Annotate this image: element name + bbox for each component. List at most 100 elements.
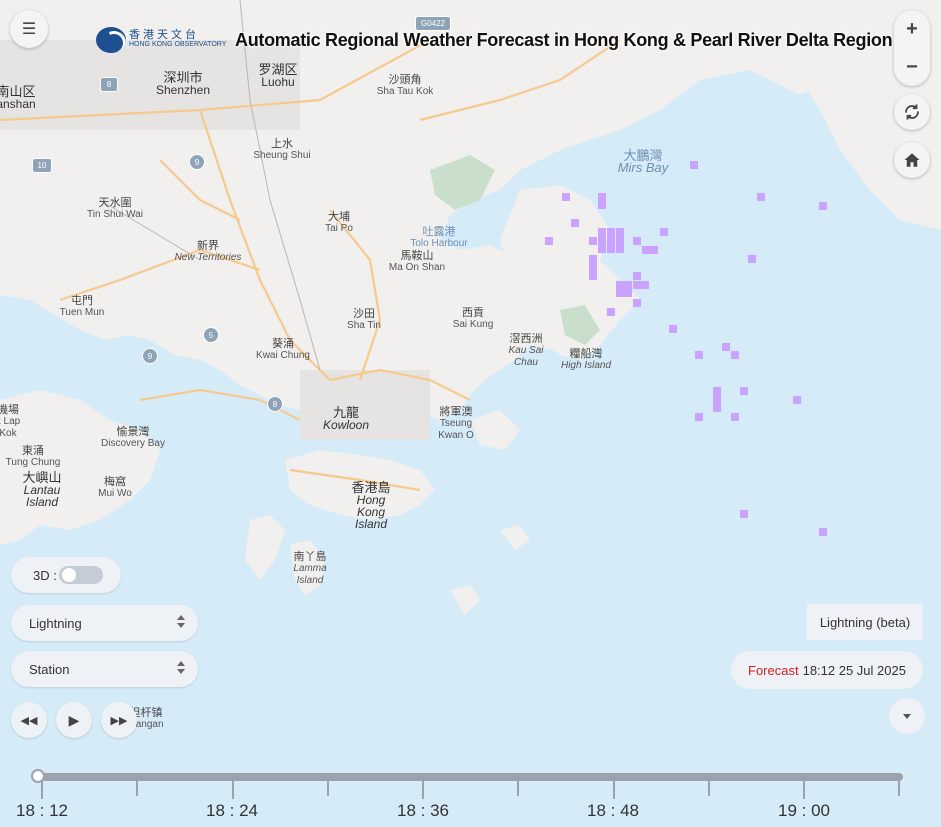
road-shield: 9	[189, 154, 205, 170]
rewind-icon: ◀◀	[20, 714, 38, 727]
lightning-cell	[819, 528, 827, 536]
lightning-cell	[562, 193, 570, 201]
zoom-in-button[interactable]: +	[894, 10, 930, 48]
map-label-ma-on-shan: 馬鞍山 Ma On Shan	[388, 250, 446, 273]
zoom-out-button[interactable]: −	[894, 48, 930, 86]
road-shield: 9	[142, 348, 158, 364]
timeline-tick	[517, 781, 520, 796]
lightning-cell	[598, 228, 606, 253]
timeline-label: 18 : 36	[397, 801, 449, 820]
map-label-sha-tau-kok: 沙頭角 Sha Tau Kok	[376, 74, 434, 97]
lightning-cell	[633, 272, 641, 280]
rewind-button[interactable]: ◀◀	[11, 702, 47, 738]
refresh-button[interactable]	[894, 94, 930, 130]
map-label-shenzhen: 深圳市 Shenzhen	[155, 70, 211, 97]
timeline-handle[interactable]	[31, 769, 45, 783]
lightning-cell	[660, 228, 668, 236]
home-icon	[904, 153, 920, 167]
road-shield: 5	[203, 327, 219, 343]
toggle-3d-switch[interactable]	[58, 566, 103, 584]
timeline-track[interactable]	[38, 773, 903, 781]
map-label-tung-chung: 東涌 Tung Chung	[5, 445, 61, 468]
map-label-kau-sai-chau: 滘西洲 Kau Sai Chau	[508, 333, 544, 368]
logo-text-en: HONG KONG OBSERVATORY	[129, 41, 227, 48]
fast-forward-button[interactable]: ▶▶	[101, 702, 137, 738]
lightning-cell	[633, 281, 649, 289]
zoom-control: + −	[894, 10, 930, 86]
road-shield: 8	[267, 396, 283, 412]
station-select[interactable]: Station	[11, 651, 198, 687]
play-icon: ▶	[68, 711, 80, 728]
lightning-cell	[633, 237, 641, 245]
lightning-cell	[616, 228, 624, 253]
plus-icon: +	[906, 17, 918, 40]
timeline-tick	[136, 781, 139, 796]
lightning-cell	[695, 351, 703, 359]
lightning-cell	[598, 193, 606, 209]
lightning-cell	[740, 510, 748, 518]
lightning-cell	[695, 413, 703, 421]
hamburger-icon: ☰	[21, 21, 37, 38]
minus-icon: −	[906, 55, 918, 78]
timeline-tick	[612, 781, 615, 799]
map-label-kwai-chung: 葵涌 Kwai Chung	[256, 338, 310, 361]
expand-button[interactable]	[889, 698, 925, 734]
lightning-cell	[669, 325, 677, 333]
timeline-label: 19 : 00	[778, 801, 830, 820]
lightning-cell	[748, 255, 756, 263]
hko-logo: 香港天文台 HONG KONG OBSERVATORY	[96, 27, 226, 53]
road-shield: 8	[100, 77, 118, 92]
fast-forward-icon: ▶▶	[110, 714, 128, 727]
layer-select[interactable]: Lightning	[11, 605, 198, 641]
hko-logo-mark	[96, 27, 126, 53]
timeline-tick	[707, 781, 710, 796]
map-label-lamma-island: 南丫島 Lamma Island	[293, 551, 327, 586]
timeline-tick	[803, 781, 805, 799]
map-label-mui-wo: 梅窩 Mui Wo	[98, 476, 132, 499]
play-button[interactable]: ▶	[56, 702, 92, 738]
lightning-cell	[731, 413, 739, 421]
lightning-cell	[731, 351, 739, 359]
home-button[interactable]	[894, 142, 930, 178]
toggle-3d[interactable]: 3D :	[11, 557, 121, 593]
lightning-cell	[757, 193, 765, 201]
forecast-label: Forecast	[748, 662, 799, 678]
map-label-tuen-mun: 屯門 Tuen Mun	[59, 295, 105, 318]
road-shield: 10	[32, 158, 52, 173]
map-label-high-island: 糧船灣 High Island	[560, 348, 612, 371]
map-label-tolo-harbour: 吐露港 Tolo Harbour	[410, 226, 468, 249]
map-label-nanshan: 南山区 anshan	[0, 84, 36, 111]
map-label-tin-shui-wai: 天水圍 Tin Shui Wai	[87, 197, 143, 220]
menu-button[interactable]: ☰	[10, 10, 48, 48]
lightning-cell	[571, 219, 579, 227]
map-label-tai-po: 大埔 Tai Po	[325, 211, 353, 234]
map-label-discovery-bay: 愉景灣 Discovery Bay	[101, 426, 165, 449]
timeline-label: 18 : 48	[587, 801, 639, 820]
logo-text-zh: 香港天文台	[129, 29, 199, 41]
map-label-mirs-bay: 大鵬灣 Mirs Bay	[617, 148, 669, 175]
toggle-3d-label: 3D :	[33, 567, 57, 583]
map-label-sha-tin: 沙田 Sha Tin	[347, 308, 381, 331]
station-select-value: Station	[29, 661, 70, 677]
lightning-cell	[545, 237, 553, 245]
lightning-cell	[642, 246, 658, 254]
updown-arrow-icon	[177, 661, 185, 674]
chevron-down-icon	[903, 713, 911, 719]
lightning-cell	[713, 387, 721, 412]
map-label-chek-lap-kok: 機場k LapKok	[0, 404, 21, 439]
map-label-luohu: 罗湖区 Luohu	[258, 62, 298, 89]
layer-select-value: Lightning	[29, 615, 82, 631]
forecast-time: 18:12 25 Jul 2025	[802, 662, 906, 678]
lightning-cell	[616, 281, 632, 297]
timeline-tick	[231, 781, 234, 799]
lightning-cell	[633, 299, 641, 307]
updown-arrow-icon	[177, 615, 185, 628]
map-label-kowloon: 九龍 Kowloon	[322, 405, 370, 432]
lightning-cell	[690, 161, 698, 169]
timeline-tick	[422, 781, 424, 799]
map-label-lantau-island: 大嶼山 Lantau Island	[22, 470, 62, 509]
lightning-cell	[607, 308, 615, 316]
lightning-cell	[819, 202, 827, 210]
timeline-label: 18 : 24	[206, 801, 258, 820]
lightning-cell	[607, 228, 615, 253]
